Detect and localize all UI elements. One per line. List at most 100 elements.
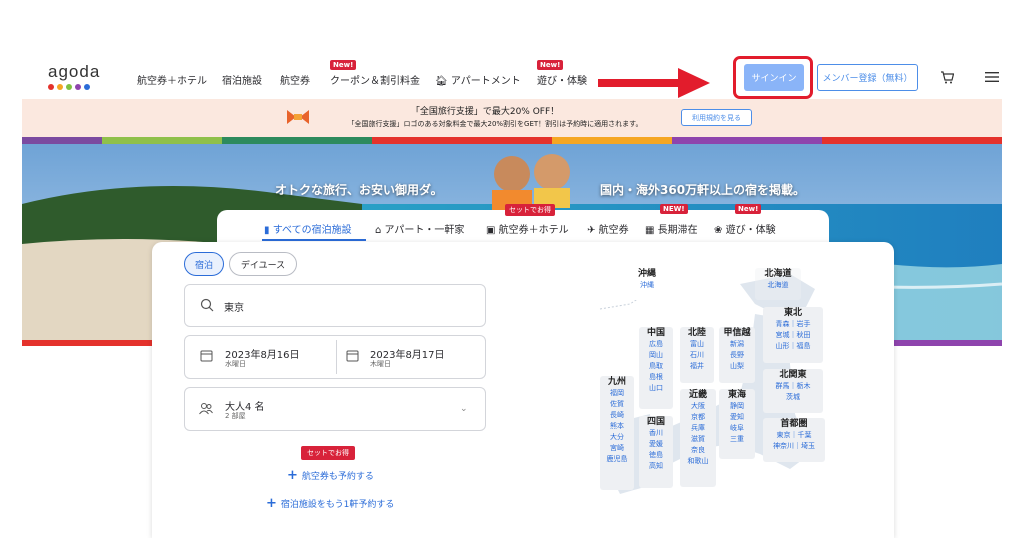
prefecture-link[interactable]: 熊本 <box>600 421 634 432</box>
region-title: 四国 <box>646 417 665 427</box>
prefecture-link[interactable]: 岡山 <box>639 350 673 361</box>
prefecture-link[interactable]: 富山 <box>680 339 714 350</box>
prefecture-link[interactable]: 鹿児島 <box>600 454 634 465</box>
region-kita-kanto[interactable]: 北関東 群馬｜栃木 茨城 <box>763 369 823 413</box>
add-flight-label: 航空券も予約する <box>301 472 374 482</box>
prefecture-link[interactable]: 三重 <box>719 434 755 445</box>
prefecture-link[interactable]: 宮城｜秋田 <box>763 330 823 341</box>
region-title: 近畿 <box>688 390 707 400</box>
logo-dot <box>66 84 72 90</box>
prefecture-link[interactable]: 石川 <box>680 350 714 361</box>
region-hokuriku[interactable]: 北陸 富山 石川 福井 <box>680 327 714 383</box>
signup-button[interactable]: メンバー登録（無料） <box>817 64 918 91</box>
prefecture-link[interactable]: 東京｜千葉 <box>763 430 825 441</box>
checkout-calendar-icon <box>346 350 359 362</box>
tab-all-label: すべての宿泊施設 <box>272 225 352 236</box>
region-shikoku[interactable]: 四国 香川 愛媛 徳島 高知 <box>639 416 673 488</box>
prefecture-link[interactable]: 北海道 <box>755 280 801 291</box>
tab-flight-hotel[interactable]: ▣ 航空券＋ホテル <box>486 221 569 236</box>
prefecture-link[interactable]: 愛媛 <box>639 439 673 450</box>
prefecture-link[interactable]: 徳島 <box>639 450 673 461</box>
region-chugoku[interactable]: 中国 広島 岡山 鳥取 島根 山口 <box>639 327 673 409</box>
destination-value: 東京 <box>224 303 244 314</box>
nav-hotels[interactable]: 宿泊施設 <box>222 72 262 87</box>
prefecture-link[interactable]: 長野 <box>719 350 755 361</box>
nav-activities[interactable]: 遊び・体験 <box>537 72 587 87</box>
prefecture-link[interactable]: 福井 <box>680 361 714 372</box>
prefecture-link[interactable]: 京都 <box>680 412 716 423</box>
prefecture-link[interactable]: 高知 <box>639 461 673 472</box>
prefecture-link[interactable]: 広島 <box>639 339 673 350</box>
prefecture-link[interactable]: 茨城 <box>763 392 823 403</box>
prefecture-link[interactable]: 島根 <box>639 372 673 383</box>
prefecture-link[interactable]: 新潟 <box>719 339 755 350</box>
activity-icon: ❀ <box>714 225 723 236</box>
prefecture-link[interactable]: 滋賀 <box>680 434 716 445</box>
tab-apartments-label: アパート・一軒家 <box>384 225 465 236</box>
region-title: 北陸 <box>687 328 706 338</box>
tab-long-stay-label: 長期滞在 <box>657 225 698 236</box>
prefecture-link[interactable]: 群馬｜栃木 <box>763 381 823 392</box>
region-kyushu[interactable]: 九州 福岡 佐賀 長崎 熊本 大分 宮崎 鹿児島 <box>600 376 634 490</box>
prefecture-link[interactable]: 奈良 <box>680 445 716 456</box>
add-flight-link[interactable]: + 航空券も予約する <box>287 468 374 483</box>
region-title: 甲信越 <box>723 328 751 338</box>
new-badge: New! <box>735 204 762 214</box>
prefecture-link[interactable]: 静岡 <box>719 401 755 412</box>
prefecture-link[interactable]: 青森｜岩手 <box>763 319 823 330</box>
prefecture-link[interactable]: 沖縄 <box>629 280 665 291</box>
prefecture-link[interactable]: 山口 <box>639 383 673 394</box>
prefecture-link[interactable]: 岐阜 <box>719 423 755 434</box>
active-tab-indicator <box>262 239 366 241</box>
terms-button[interactable]: 利用規約を見る <box>681 109 752 126</box>
plus-icon: + <box>287 468 298 483</box>
prefecture-link[interactable]: 鳥取 <box>639 361 673 372</box>
prefecture-link[interactable]: 宮崎 <box>600 443 634 454</box>
logo-dot <box>57 84 63 90</box>
tab-long-stay[interactable]: ▦ 長期滞在 <box>645 221 698 236</box>
nav-apartments[interactable]: 🏠︎ アパートメント <box>435 72 521 87</box>
region-hokkaido[interactable]: 北海道 北海道 <box>755 268 801 300</box>
tab-flights[interactable]: ✈ 航空券 <box>587 221 629 236</box>
prefecture-link[interactable]: 長崎 <box>600 410 634 421</box>
red-arrow-annotation <box>598 68 710 98</box>
tab-all-properties[interactable]: ▮ すべての宿泊施設 <box>264 221 352 236</box>
region-title: 中国 <box>646 328 665 338</box>
add-hotel-label: 宿泊施設をもう1軒予約する <box>280 500 395 510</box>
overnight-toggle[interactable]: 宿泊 <box>184 252 224 276</box>
house-icon: ⌂ <box>375 225 382 236</box>
cart-icon[interactable] <box>940 71 954 84</box>
prefecture-link[interactable]: 和歌山 <box>680 456 716 467</box>
nav-flight-hotel[interactable]: 航空券＋ホテル <box>137 72 207 87</box>
menu-icon[interactable] <box>985 71 999 83</box>
prefecture-link[interactable]: 佐賀 <box>600 399 634 410</box>
logo-dot <box>75 84 81 90</box>
prefecture-link[interactable]: 山梨 <box>719 361 755 372</box>
region-kinki[interactable]: 近畿 大阪 京都 兵庫 滋賀 奈良 和歌山 <box>680 389 716 487</box>
nav-apartments-label: アパートメント <box>450 76 521 87</box>
prefecture-link[interactable]: 大阪 <box>680 401 716 412</box>
tab-apartments[interactable]: ⌂ アパート・一軒家 <box>375 221 464 236</box>
prefecture-link[interactable]: 愛知 <box>719 412 755 423</box>
nav-flights[interactable]: 航空券 <box>280 72 310 87</box>
region-title: 東海 <box>727 390 746 400</box>
prefecture-link[interactable]: 山形｜福島 <box>763 341 823 352</box>
region-tohoku[interactable]: 東北 青森｜岩手 宮城｜秋田 山形｜福島 <box>763 307 823 363</box>
prefecture-link[interactable]: 香川 <box>639 428 673 439</box>
add-hotel-link[interactable]: + 宿泊施設をもう1軒予約する <box>266 496 394 511</box>
nav-coupons[interactable]: クーポン＆割引料金 <box>330 72 420 87</box>
region-koshinetsu[interactable]: 甲信越 新潟 長野 山梨 <box>719 327 755 383</box>
signin-button[interactable]: サインイン <box>744 64 804 91</box>
set-deal-badge: セットでお得 <box>505 204 555 216</box>
prefecture-link[interactable]: 神奈川｜埼玉 <box>763 441 825 452</box>
agoda-logo[interactable]: agoda <box>48 62 100 82</box>
prefecture-link[interactable]: 福岡 <box>600 388 634 399</box>
dayuse-toggle[interactable]: デイユース <box>229 252 297 276</box>
region-okinawa[interactable]: 沖縄 沖縄 <box>629 268 665 300</box>
tab-activities[interactable]: ❀ 遊び・体験 <box>714 221 776 236</box>
region-shutoken[interactable]: 首都圏 東京｜千葉 神奈川｜埼玉 <box>763 418 825 462</box>
house-icon: 🏠︎ <box>435 76 448 87</box>
prefecture-link[interactable]: 大分 <box>600 432 634 443</box>
region-tokai[interactable]: 東海 静岡 愛知 岐阜 三重 <box>719 389 755 459</box>
prefecture-link[interactable]: 兵庫 <box>680 423 716 434</box>
